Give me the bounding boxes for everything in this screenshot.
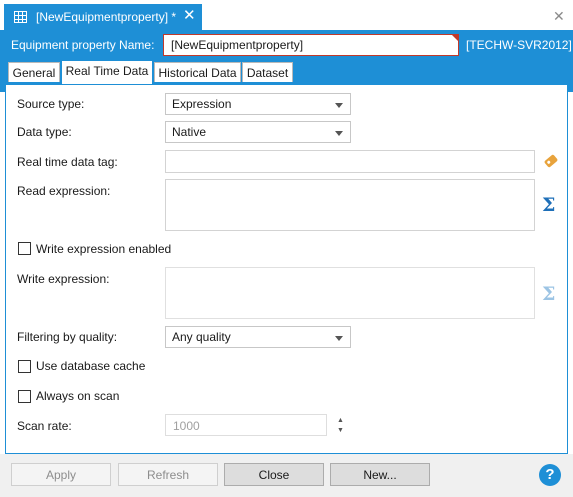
write-expression-enabled-label: Write expression enabled xyxy=(36,242,172,256)
data-type-label: Data type: xyxy=(17,125,72,139)
write-expression-label: Write expression: xyxy=(17,272,110,286)
grid-icon xyxy=(14,11,27,23)
name-input[interactable]: [NewEquipmentproperty] xyxy=(163,34,459,56)
name-input-value: [NewEquipmentproperty] xyxy=(171,38,304,52)
write-expression-sigma-icon: Σ xyxy=(542,283,556,305)
dropdown-arrow-icon xyxy=(335,103,343,108)
document-tab[interactable]: [NewEquipmentproperty] * ✕ xyxy=(4,4,202,31)
server-label: [TECHW-SVR2012] xyxy=(466,38,572,52)
scan-rate-input[interactable]: 1000 xyxy=(165,414,327,436)
dropdown-arrow-icon xyxy=(335,336,343,341)
real-time-tag-input[interactable] xyxy=(165,150,535,173)
filtering-value: Any quality xyxy=(172,330,231,344)
use-database-cache-checkbox[interactable] xyxy=(18,360,31,373)
always-on-scan-checkbox[interactable] xyxy=(18,390,31,403)
close-button[interactable]: Close xyxy=(224,463,324,486)
filtering-label: Filtering by quality: xyxy=(17,330,118,344)
new-button[interactable]: New... xyxy=(330,463,430,486)
tab-real-time-data[interactable]: Real Time Data xyxy=(61,60,153,84)
real-time-tag-label: Real time data tag: xyxy=(17,155,118,169)
read-expression-label: Read expression: xyxy=(17,184,111,198)
help-icon[interactable]: ? xyxy=(539,464,561,486)
use-database-cache-label: Use database cache xyxy=(36,359,146,373)
write-expression-input[interactable] xyxy=(165,267,535,319)
scan-rate-label: Scan rate: xyxy=(17,419,72,433)
tab-general[interactable]: General xyxy=(8,62,60,82)
source-type-value: Expression xyxy=(172,97,232,111)
spin-down-icon[interactable]: ▼ xyxy=(337,427,344,434)
spin-up-icon[interactable]: ▲ xyxy=(337,417,344,424)
close-tab-icon[interactable]: ✕ xyxy=(183,8,196,23)
write-expression-enabled-checkbox[interactable] xyxy=(18,242,31,255)
validation-marker xyxy=(452,35,458,41)
data-type-value: Native xyxy=(172,125,207,139)
source-type-dropdown[interactable]: Expression xyxy=(165,93,351,115)
data-type-dropdown[interactable]: Native xyxy=(165,121,351,143)
name-label: Equipment property Name: xyxy=(11,38,155,52)
apply-button[interactable]: Apply xyxy=(11,463,111,486)
dropdown-arrow-icon xyxy=(335,131,343,136)
tab-dataset[interactable]: Dataset xyxy=(242,62,293,82)
filtering-dropdown[interactable]: Any quality xyxy=(165,326,351,348)
tab-historical-data[interactable]: Historical Data xyxy=(154,62,241,82)
close-window-icon[interactable]: ✕ xyxy=(553,8,565,25)
read-expression-input[interactable] xyxy=(165,179,535,231)
source-type-label: Source type: xyxy=(17,97,85,111)
document-tab-title: [NewEquipmentproperty] * xyxy=(36,10,177,24)
refresh-button[interactable]: Refresh xyxy=(118,463,218,486)
read-expression-sigma-icon[interactable]: Σ xyxy=(542,194,555,216)
always-on-scan-label: Always on scan xyxy=(36,389,120,403)
